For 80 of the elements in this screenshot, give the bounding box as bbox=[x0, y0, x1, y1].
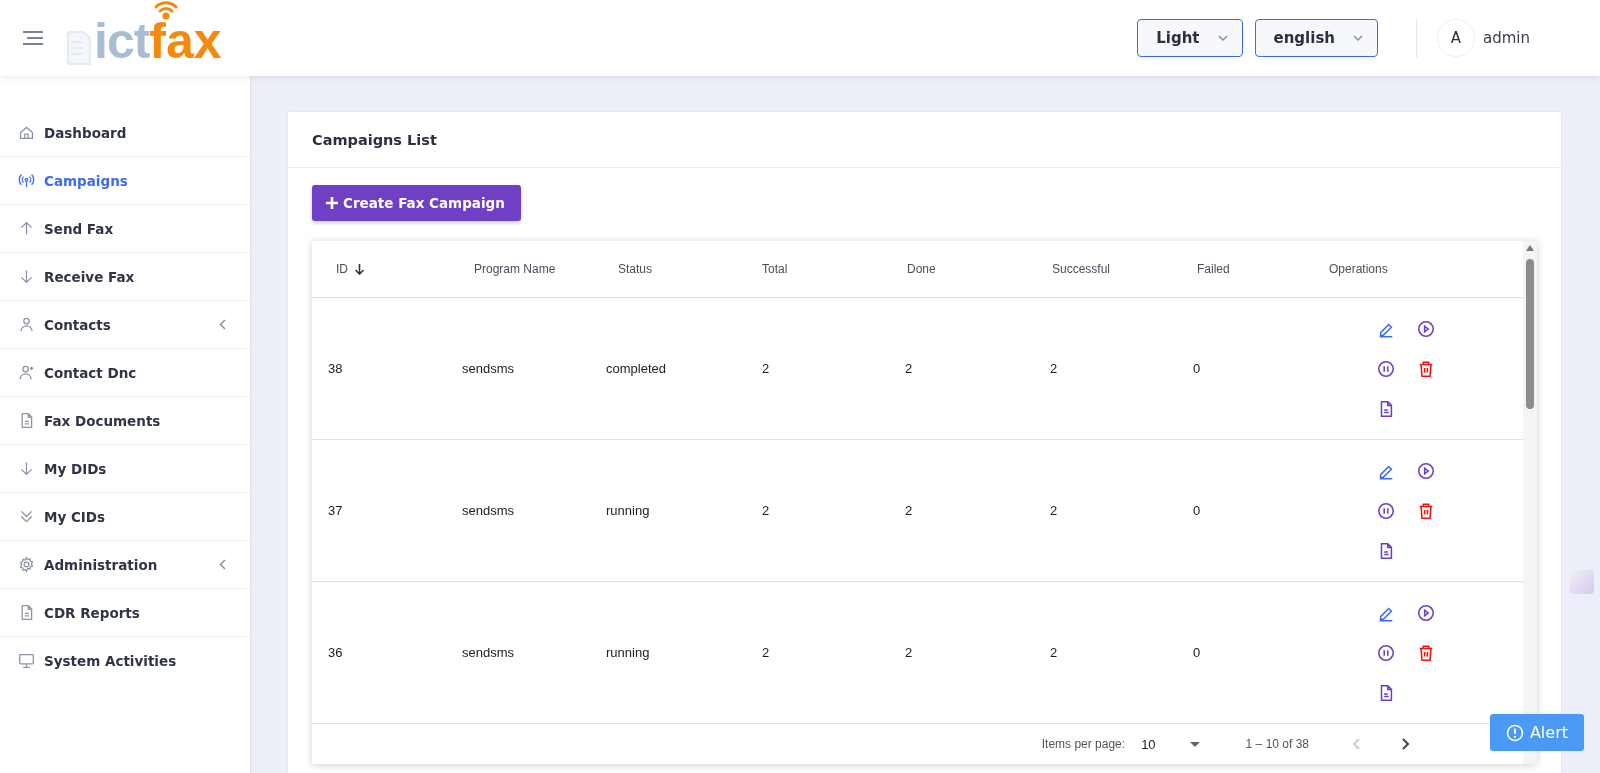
play-circle-icon bbox=[1417, 319, 1435, 338]
home-icon bbox=[18, 124, 35, 141]
play-circle-icon bbox=[1417, 603, 1435, 622]
column-header[interactable]: ID bbox=[336, 262, 348, 276]
column-header: Failed bbox=[1197, 262, 1230, 276]
menu-icon[interactable] bbox=[22, 30, 44, 46]
card-title: Campaigns List bbox=[312, 131, 437, 148]
language-select[interactable]: english bbox=[1254, 19, 1378, 57]
sidebar-item[interactable]: My DIDs bbox=[0, 445, 250, 493]
table-cell: sendsms bbox=[462, 645, 515, 660]
table-cell: 2 bbox=[905, 503, 913, 518]
scrollbar-thumb[interactable] bbox=[1526, 259, 1534, 409]
trash-icon bbox=[1417, 501, 1435, 520]
pause-circle-icon bbox=[1377, 643, 1395, 662]
sidebar-item[interactable]: Fax Documents bbox=[0, 397, 250, 445]
column-header: Total bbox=[762, 262, 788, 276]
table-cell: 0 bbox=[1193, 645, 1201, 660]
table-cell: 37 bbox=[328, 503, 343, 518]
table-cell: 38 bbox=[328, 361, 343, 376]
person-icon bbox=[18, 316, 35, 333]
column-header: Successful bbox=[1052, 262, 1111, 276]
table-cell: 36 bbox=[328, 645, 343, 660]
logo-accent-text: fax bbox=[149, 16, 222, 66]
sidebar-item[interactable]: Dashboard bbox=[0, 109, 250, 157]
table-cell: 2 bbox=[1050, 503, 1058, 518]
dropdown-arrow-icon bbox=[1189, 741, 1200, 747]
chevron-down-icon bbox=[1217, 35, 1228, 41]
sidebar-item[interactable]: Receive Fax bbox=[0, 253, 250, 301]
gear-icon bbox=[18, 556, 35, 573]
pause-circle-icon bbox=[1377, 501, 1395, 520]
person-plus-icon bbox=[18, 364, 35, 381]
down-icon bbox=[18, 268, 35, 285]
down-icon bbox=[18, 460, 35, 477]
sidebar-item[interactable]: CDR Reports bbox=[0, 589, 250, 637]
double-down-icon bbox=[18, 508, 35, 525]
monitor-icon bbox=[18, 652, 35, 669]
table-cell: running bbox=[606, 503, 650, 518]
sidebar-item[interactable]: Administration bbox=[0, 541, 250, 589]
column-header: Status bbox=[618, 262, 653, 276]
antenna-icon bbox=[18, 172, 35, 189]
create-campaign-button[interactable]: Create Fax Campaign bbox=[312, 185, 521, 221]
table-cell: 2 bbox=[905, 361, 913, 376]
theme-select[interactable]: Light bbox=[1137, 19, 1243, 57]
up-icon bbox=[18, 220, 35, 237]
user-name[interactable]: admin bbox=[1483, 29, 1530, 47]
plus-icon bbox=[326, 197, 338, 209]
page-range: 1 – 10 of 38 bbox=[1245, 737, 1309, 751]
sidebar-item[interactable]: My CIDs bbox=[0, 493, 250, 541]
trash-icon bbox=[1417, 643, 1435, 662]
table-cell: 0 bbox=[1193, 503, 1201, 518]
column-header: Done bbox=[907, 262, 936, 276]
exclamation-circle-icon bbox=[1505, 723, 1524, 742]
sidebar-item[interactable]: Contacts bbox=[0, 301, 250, 349]
table-cell: 2 bbox=[905, 645, 913, 660]
column-header: Operations bbox=[1329, 262, 1388, 276]
table-cell: 2 bbox=[762, 645, 770, 660]
sort-arrow-icon[interactable] bbox=[354, 263, 365, 275]
table-cell: 2 bbox=[762, 361, 770, 376]
sidebar-item[interactable]: Send Fax bbox=[0, 205, 250, 253]
table-cell: 2 bbox=[762, 503, 770, 518]
items-per-page-label: Items per page: bbox=[1041, 737, 1126, 751]
scroll-up-arrow-icon[interactable] bbox=[1526, 245, 1534, 251]
chevron-down-icon bbox=[1353, 35, 1363, 41]
table-cell: running bbox=[606, 645, 650, 660]
logo-text: ict bbox=[94, 16, 150, 66]
sidebar-item[interactable]: System Activities bbox=[0, 637, 250, 684]
trash-icon bbox=[1417, 359, 1435, 378]
table-cell: 2 bbox=[1050, 645, 1058, 660]
table-cell: sendsms bbox=[462, 503, 515, 518]
pause-circle-icon bbox=[1377, 359, 1395, 378]
table-cell: 0 bbox=[1193, 361, 1201, 376]
play-circle-icon bbox=[1417, 461, 1435, 480]
table-cell: 2 bbox=[1050, 361, 1058, 376]
page-size-select[interactable]: 10 bbox=[1141, 736, 1200, 752]
wifi-icon bbox=[153, 0, 180, 20]
table-cell: sendsms bbox=[462, 361, 515, 376]
sidebar-item[interactable]: Campaigns bbox=[0, 157, 250, 205]
table-cell: completed bbox=[606, 361, 666, 376]
column-header: Program Name bbox=[474, 262, 556, 276]
sidebar-item[interactable]: Contact Dnc bbox=[0, 349, 250, 397]
